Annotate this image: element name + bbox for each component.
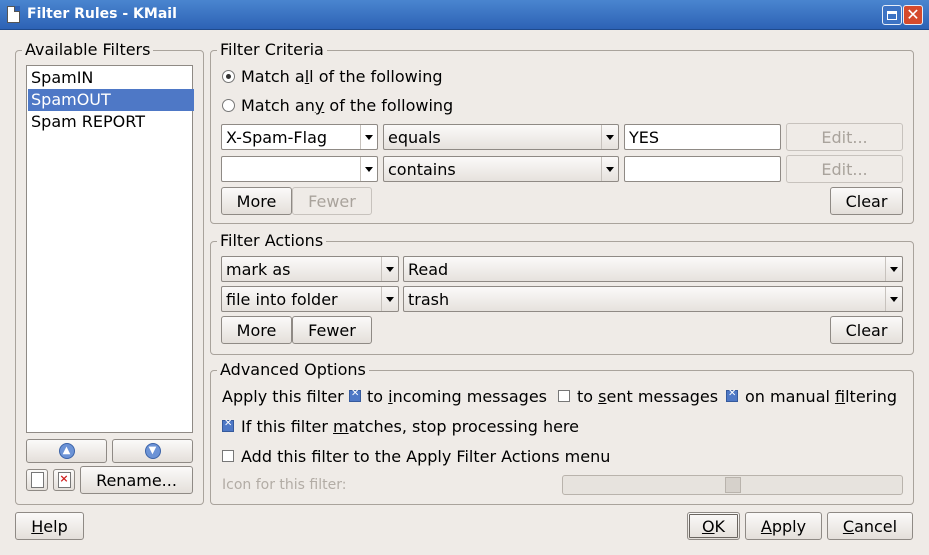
chevron-down-icon xyxy=(885,257,902,281)
close-icon: ✕ xyxy=(906,5,920,24)
icon-placeholder xyxy=(725,477,741,493)
actions-clear-button[interactable]: Clear xyxy=(830,316,903,344)
criteria-operator-value: equals xyxy=(388,128,441,147)
title-bar: Filter Rules - KMail ✕ xyxy=(0,0,929,30)
criteria-more-button[interactable]: More xyxy=(221,187,292,215)
apply-button[interactable]: Apply xyxy=(745,512,822,540)
icon-label: Icon for this filter: xyxy=(222,477,347,493)
match-any-radio[interactable] xyxy=(222,99,235,112)
apply-menu-checkbox[interactable] xyxy=(222,450,234,462)
filter-actions-legend: Filter Actions xyxy=(217,232,327,250)
maximize-icon xyxy=(887,10,897,20)
sent-label[interactable]: to sent messages xyxy=(577,387,718,406)
apply-menu-label[interactable]: Add this filter to the Apply Filter Acti… xyxy=(241,447,610,466)
criteria-field-value: X-Spam-Flag xyxy=(226,128,328,147)
help-button[interactable]: Help xyxy=(15,512,84,540)
manual-filtering-label[interactable]: on manual filtering xyxy=(745,387,897,406)
manual-filtering-checkbox[interactable] xyxy=(726,388,738,402)
chevron-down-icon xyxy=(360,125,377,149)
action-type-value: mark as xyxy=(226,260,291,279)
chevron-down-icon xyxy=(601,125,618,149)
criteria-operator-value: contains xyxy=(388,160,456,179)
arrow-up-icon: ▲ xyxy=(58,443,75,459)
chevron-down-icon xyxy=(381,257,398,281)
filter-criteria-legend: Filter Criteria xyxy=(217,41,327,59)
move-down-button[interactable]: ▼ xyxy=(112,439,193,463)
criteria-value-input[interactable] xyxy=(624,156,781,182)
match-all-label[interactable]: Match all of the following xyxy=(241,67,442,86)
rename-button[interactable]: Rename... xyxy=(80,466,193,494)
new-filter-button[interactable] xyxy=(26,469,48,491)
apply-filter-label: Apply this filter xyxy=(222,387,344,406)
sent-checkbox[interactable] xyxy=(558,390,570,402)
list-item[interactable]: SpamOUT xyxy=(28,89,194,111)
available-filters-legend: Available Filters xyxy=(22,41,154,59)
action-value: trash xyxy=(408,290,450,309)
ok-button[interactable]: OK xyxy=(687,512,740,540)
action-value: Read xyxy=(408,260,449,279)
criteria-operator-combo[interactable]: equals xyxy=(383,124,619,150)
criteria-value-input[interactable]: YES xyxy=(624,124,781,150)
filter-list[interactable]: SpamIN SpamOUT Spam REPORT xyxy=(26,65,194,433)
chevron-down-icon xyxy=(885,287,902,311)
incoming-checkbox[interactable] xyxy=(349,388,361,402)
close-button[interactable]: ✕ xyxy=(903,5,923,25)
stop-processing-label[interactable]: If this filter matches, stop processing … xyxy=(241,417,579,436)
cancel-button[interactable]: Cancel xyxy=(827,512,913,540)
criteria-field-combo[interactable]: X-Spam-Flag xyxy=(221,124,378,150)
action-type-value: file into folder xyxy=(226,290,338,309)
delete-filter-button[interactable]: × xyxy=(53,469,75,491)
action-value-combo[interactable]: Read xyxy=(403,256,903,282)
match-any-label[interactable]: Match any of the following xyxy=(241,96,453,115)
arrow-down-icon: ▼ xyxy=(144,443,161,459)
match-all-radio[interactable] xyxy=(222,70,235,83)
edit-button[interactable]: Edit... xyxy=(786,123,903,151)
delete-icon: × xyxy=(57,472,71,488)
window-title: Filter Rules - KMail xyxy=(27,6,177,22)
action-type-combo[interactable]: file into folder xyxy=(221,286,399,312)
criteria-field-combo[interactable] xyxy=(221,156,378,182)
list-item[interactable]: Spam REPORT xyxy=(28,111,194,133)
move-up-button[interactable]: ▲ xyxy=(26,439,107,463)
icon-selector[interactable] xyxy=(562,475,903,495)
criteria-operator-combo[interactable]: contains xyxy=(383,156,619,182)
criteria-fewer-button[interactable]: Fewer xyxy=(292,187,372,215)
new-document-icon xyxy=(30,472,44,488)
chevron-down-icon xyxy=(360,157,377,181)
action-type-combo[interactable]: mark as xyxy=(221,256,399,282)
incoming-label[interactable]: to incoming messages xyxy=(367,387,547,406)
action-value-combo[interactable]: trash xyxy=(403,286,903,312)
edit-button[interactable]: Edit... xyxy=(786,155,903,183)
actions-fewer-button[interactable]: Fewer xyxy=(292,316,372,344)
document-icon xyxy=(7,6,20,23)
maximize-button[interactable] xyxy=(882,5,902,25)
chevron-down-icon xyxy=(381,287,398,311)
stop-processing-checkbox[interactable] xyxy=(222,418,234,432)
chevron-down-icon xyxy=(601,157,618,181)
advanced-options-legend: Advanced Options xyxy=(217,361,369,379)
criteria-clear-button[interactable]: Clear xyxy=(830,187,903,215)
actions-more-button[interactable]: More xyxy=(221,316,292,344)
list-item[interactable]: SpamIN xyxy=(28,67,194,89)
